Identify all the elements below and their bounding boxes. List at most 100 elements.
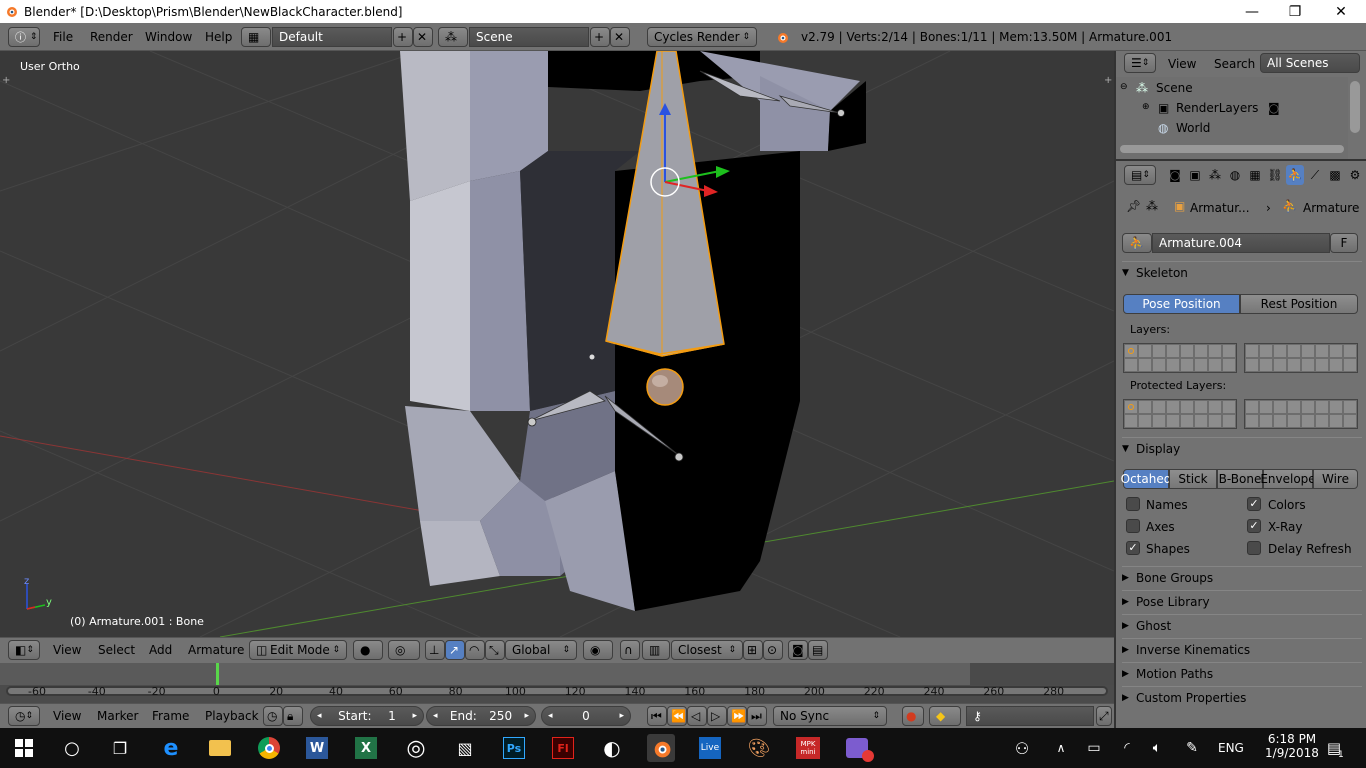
menu-search[interactable]: Search	[1214, 57, 1255, 71]
bone-tab-icon[interactable]: ⟋	[1306, 165, 1324, 185]
layer-toggle[interactable]	[1301, 358, 1315, 372]
layer-toggle[interactable]	[1166, 358, 1180, 372]
outliner-item-world[interactable]: World	[1176, 121, 1210, 135]
layer-toggle[interactable]	[1180, 344, 1194, 358]
scene-tab-icon[interactable]: ⁂	[1206, 165, 1224, 185]
camera-icon[interactable]: ◙	[1268, 101, 1280, 115]
inverse-kinematics-panel-header[interactable]: ▶ Inverse Kinematics	[1122, 638, 1362, 660]
layer-toggle[interactable]	[1138, 400, 1152, 414]
start-button[interactable]	[10, 734, 38, 762]
menu-view[interactable]: View	[53, 643, 81, 657]
display-stick-button[interactable]: Stick	[1169, 469, 1217, 489]
scene-name-field[interactable]: Scene	[469, 27, 589, 47]
remove-scene-button[interactable]: ✕	[610, 27, 630, 47]
file-explorer-icon[interactable]	[206, 734, 234, 762]
layer-toggle[interactable]	[1273, 344, 1287, 358]
protected-layers-grid-b[interactable]	[1244, 399, 1358, 429]
layer-toggle[interactable]	[1222, 400, 1236, 414]
bone-layers-grid-b[interactable]	[1244, 343, 1358, 373]
end-frame-field[interactable]: ◂ End: 250 ▸	[426, 706, 536, 726]
mpk-mini-icon[interactable]: MPK mini	[794, 734, 822, 762]
armature-name-field[interactable]: Armature.004	[1152, 233, 1330, 253]
shapes-checkbox[interactable]: ✓	[1126, 541, 1140, 555]
timeline[interactable]: -60-60-40-40-20-200020204040606080801001…	[0, 663, 1114, 703]
edge-icon[interactable]: e	[157, 734, 185, 762]
layer-toggle[interactable]	[1329, 358, 1343, 372]
custom-properties-panel-header[interactable]: ▶ Custom Properties	[1122, 686, 1362, 708]
layer-toggle[interactable]	[1152, 358, 1166, 372]
paint-icon[interactable]: 🎨︎	[745, 734, 773, 762]
layer-toggle[interactable]	[1343, 344, 1357, 358]
editor-type-button[interactable]: ☰ ⇕	[1124, 53, 1156, 73]
remove-layout-button[interactable]: ✕	[413, 27, 433, 47]
mode-dropdown[interactable]: ◫ Edit Mode ⇕	[249, 640, 347, 660]
notification-app-icon[interactable]	[843, 734, 874, 762]
chrome-icon[interactable]	[255, 734, 283, 762]
layer-toggle[interactable]	[1208, 358, 1222, 372]
layer-toggle[interactable]	[1245, 400, 1259, 414]
layer-toggle[interactable]	[1138, 358, 1152, 372]
start-frame-field[interactable]: ◂ Start: 1 ▸	[310, 706, 424, 726]
outliner-item-scene[interactable]: Scene	[1156, 81, 1193, 95]
layer-toggle[interactable]	[1259, 358, 1273, 372]
maximize-button[interactable]: ❐	[1272, 0, 1318, 23]
armature-browse-button[interactable]: ⛹	[1122, 233, 1152, 253]
colors-checkbox[interactable]: ✓	[1247, 497, 1261, 511]
layer-toggle[interactable]	[1180, 414, 1194, 428]
outliner-hscrollbar[interactable]	[1120, 145, 1344, 153]
menu-frame[interactable]: Frame	[152, 709, 189, 723]
snap-align-button[interactable]: ⊞	[743, 640, 763, 660]
add-layout-button[interactable]: +	[393, 27, 413, 47]
toolshelf-toggle-icon[interactable]: +	[2, 75, 10, 86]
layer-toggle[interactable]	[1152, 344, 1166, 358]
preview-range-toggle[interactable]: ◷	[263, 706, 283, 726]
layer-toggle[interactable]	[1180, 358, 1194, 372]
snap-element-dropdown[interactable]: ▥	[642, 640, 670, 660]
obs-like-icon[interactable]: ◎	[402, 734, 430, 762]
render-image-button[interactable]: ◙	[788, 640, 808, 660]
editor-type-button[interactable]: ▤ ⇕	[1124, 165, 1156, 185]
minimize-button[interactable]: —	[1229, 0, 1275, 23]
show-hidden-icons[interactable]: ∧	[1047, 734, 1075, 762]
pose-position-button[interactable]: Pose Position	[1123, 294, 1240, 314]
render-animation-button[interactable]: ▤	[808, 640, 828, 660]
jump-start-button[interactable]: ⏮	[647, 706, 667, 726]
layer-toggle[interactable]	[1315, 400, 1329, 414]
layer-toggle[interactable]	[1315, 414, 1329, 428]
layer-toggle[interactable]	[1315, 358, 1329, 372]
3d-viewport[interactable]: User Ortho (0) Armature.001 : Bone z y +…	[0, 51, 1114, 637]
layer-toggle[interactable]	[1287, 344, 1301, 358]
layer-toggle[interactable]	[1124, 414, 1138, 428]
rotate-manipulator-button[interactable]: ◠	[465, 640, 485, 660]
layer-toggle[interactable]	[1343, 358, 1357, 372]
viewport-shading-dropdown[interactable]: ●	[353, 640, 383, 660]
layer-toggle[interactable]	[1194, 414, 1208, 428]
volume-icon[interactable]: 🔈︎	[1143, 734, 1171, 762]
layer-toggle[interactable]	[1124, 400, 1138, 414]
layer-toggle[interactable]	[1222, 358, 1236, 372]
render-layers-tab-icon[interactable]: ▣	[1186, 165, 1204, 185]
action-center-icon[interactable]: ▤	[1320, 734, 1348, 762]
cortana-icon[interactable]: ○	[58, 734, 86, 762]
layer-toggle[interactable]	[1329, 344, 1343, 358]
constraints-tab-icon[interactable]: ⛓	[1266, 165, 1284, 185]
flash-icon[interactable]: Fl	[549, 734, 577, 762]
layer-toggle[interactable]	[1301, 400, 1315, 414]
layer-toggle[interactable]	[1208, 414, 1222, 428]
display-panel-header[interactable]: ▼ Display	[1122, 437, 1362, 459]
layer-toggle[interactable]	[1315, 344, 1329, 358]
display-wire-button[interactable]: Wire	[1313, 469, 1358, 489]
outliner-item-renderlayers[interactable]: RenderLayers	[1176, 101, 1258, 115]
render-engine-dropdown[interactable]: Cycles Render ⇕	[647, 27, 757, 47]
render-tab-icon[interactable]: ◙	[1166, 165, 1184, 185]
display-envelope-button[interactable]: Envelope	[1260, 469, 1316, 489]
editor-type-button[interactable]: ◧ ⇕	[8, 640, 40, 660]
layer-toggle[interactable]	[1152, 414, 1166, 428]
display-mode-dropdown[interactable]: All Scenes	[1260, 53, 1360, 73]
ableton-live-icon[interactable]: Live	[696, 734, 724, 762]
fake-user-button[interactable]: F	[1330, 233, 1358, 253]
layer-toggle[interactable]	[1329, 414, 1343, 428]
layer-toggle[interactable]	[1166, 400, 1180, 414]
snap-toggle[interactable]: ∩	[620, 640, 640, 660]
obs-icon[interactable]: ◐	[598, 734, 626, 762]
